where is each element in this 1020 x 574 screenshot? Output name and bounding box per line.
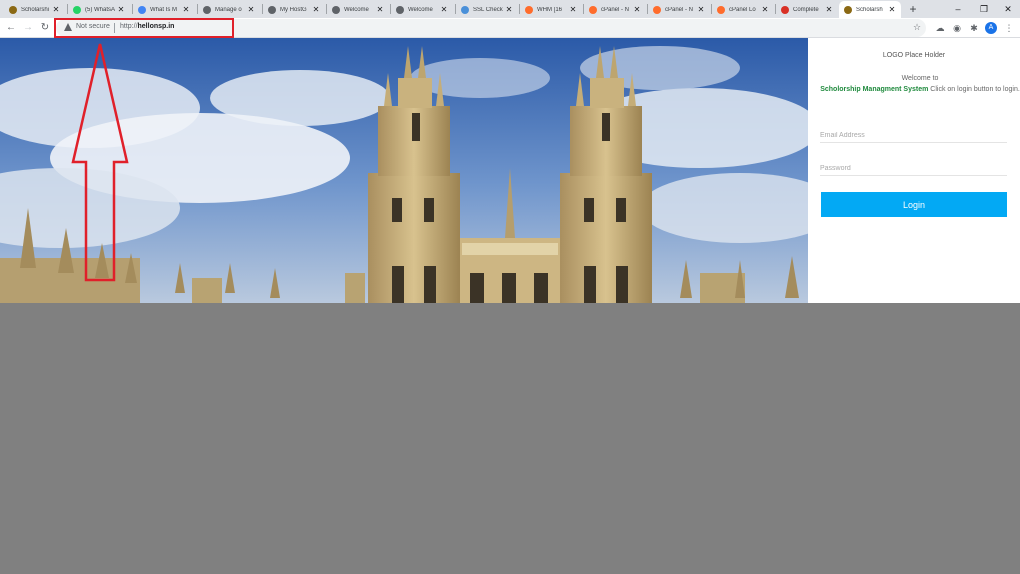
close-icon[interactable]: ✕ bbox=[246, 5, 256, 14]
tab-strip: Scholarshi ✕ (5) WhatsA ✕ What Is M ✕ Manag… bbox=[0, 0, 1020, 18]
close-icon[interactable]: ✕ bbox=[116, 5, 126, 14]
tab-label: Manage o bbox=[215, 6, 242, 13]
tab-favicon-icon bbox=[525, 5, 533, 14]
close-icon[interactable]: ✕ bbox=[311, 5, 321, 14]
tab-label: What Is M bbox=[150, 6, 178, 13]
restore-icon[interactable]: ❐ bbox=[972, 0, 996, 18]
tab-favicon-icon bbox=[653, 5, 661, 14]
email-field[interactable] bbox=[820, 129, 1007, 143]
browser-tab[interactable]: Welcome ✕ bbox=[327, 1, 389, 18]
tab-favicon-icon bbox=[332, 5, 340, 14]
tab-label: Welcome bbox=[408, 6, 433, 13]
tab-favicon-icon bbox=[203, 5, 211, 14]
welcome-message: Welcome to Scholorship Managment System … bbox=[820, 73, 1020, 95]
browser-tab[interactable]: My HostG ✕ bbox=[263, 1, 325, 18]
browser-tab[interactable]: Welcome ✕ bbox=[391, 1, 453, 18]
tab-label: cPanel Lo bbox=[729, 6, 756, 13]
tab-favicon-icon bbox=[73, 5, 81, 14]
close-icon[interactable]: ✕ bbox=[696, 5, 706, 14]
browser-tab[interactable]: What Is M ✕ bbox=[133, 1, 195, 18]
tab-favicon-icon bbox=[396, 5, 404, 14]
browser-tab[interactable]: cPanel Lo ✕ bbox=[712, 1, 774, 18]
browser-tab[interactable]: (5) WhatsA ✕ bbox=[68, 1, 130, 18]
close-icon[interactable]: ✕ bbox=[887, 5, 897, 14]
close-window-icon[interactable]: ✕ bbox=[996, 0, 1020, 18]
cloud-extension-icon[interactable]: ☁ bbox=[934, 21, 946, 35]
browser-tab[interactable]: Scholarshi ✕ bbox=[4, 1, 65, 18]
tab-label: Scholarsh bbox=[856, 6, 883, 13]
tab-label: My HostG bbox=[280, 6, 307, 13]
tab-favicon-icon bbox=[717, 5, 725, 14]
annotation-url-highlight bbox=[54, 18, 234, 38]
browser-tab-active[interactable]: Scholarsh ✕ bbox=[839, 1, 901, 18]
close-icon[interactable]: ✕ bbox=[824, 5, 834, 14]
welcome-prefix: Welcome to bbox=[901, 75, 939, 82]
welcome-suffix: Click on login button to login. bbox=[930, 86, 1020, 93]
logo-placeholder: LOGO Place Holder bbox=[882, 52, 946, 59]
minimize-icon[interactable]: – bbox=[946, 0, 970, 18]
back-arrow-icon[interactable]: ← bbox=[4, 20, 18, 36]
tab-label: SSL Check bbox=[473, 6, 503, 13]
tab-favicon-icon bbox=[461, 5, 469, 14]
close-icon[interactable]: ✕ bbox=[51, 5, 61, 14]
close-icon[interactable]: ✕ bbox=[181, 5, 191, 14]
close-icon[interactable]: ✕ bbox=[568, 5, 578, 14]
app-name: Scholorship Managment System bbox=[820, 86, 929, 93]
tab-favicon-icon bbox=[589, 5, 597, 14]
extension-icon[interactable]: ◉ bbox=[951, 21, 963, 35]
tab-favicon-icon bbox=[9, 5, 17, 14]
browser-tab[interactable]: cPanel - N ✕ bbox=[584, 1, 646, 18]
tab-label: Complete bbox=[793, 6, 819, 13]
browser-tab[interactable]: WHM [16 ✕ bbox=[520, 1, 582, 18]
menu-kebab-icon[interactable]: ⋮ bbox=[1003, 21, 1015, 35]
reload-icon[interactable]: ↻ bbox=[38, 20, 52, 36]
puzzle-icon[interactable]: ✱ bbox=[968, 21, 980, 35]
profile-avatar[interactable]: A bbox=[985, 22, 997, 34]
close-icon[interactable]: ✕ bbox=[760, 5, 770, 14]
new-tab-button[interactable]: + bbox=[906, 1, 920, 17]
tab-favicon-icon bbox=[268, 5, 276, 14]
login-button[interactable]: Login bbox=[821, 192, 1007, 217]
tab-label: cPanel - N bbox=[601, 6, 630, 13]
tab-label: Welcome bbox=[344, 6, 369, 13]
tab-label: cPanel - N bbox=[665, 6, 694, 13]
tab-label: WHM [16 bbox=[537, 6, 563, 13]
browser-tab[interactable]: Complete ✕ bbox=[776, 1, 838, 18]
browser-tab[interactable]: cPanel - N ✕ bbox=[648, 1, 710, 18]
annotation-arrow-icon bbox=[71, 43, 129, 282]
close-icon[interactable]: ✕ bbox=[632, 5, 642, 14]
close-icon[interactable]: ✕ bbox=[375, 5, 385, 14]
forward-arrow-icon[interactable]: → bbox=[21, 20, 35, 36]
login-panel: LOGO Place Holder Welcome to Scholorship… bbox=[808, 38, 1020, 303]
tab-favicon-icon bbox=[781, 5, 789, 14]
close-icon[interactable]: ✕ bbox=[504, 5, 514, 14]
browser-tab[interactable]: SSL Check ✕ bbox=[456, 1, 518, 18]
tab-favicon-icon bbox=[844, 5, 852, 14]
bookmark-star-icon[interactable]: ☆ bbox=[911, 20, 923, 34]
tab-label: Scholarshi bbox=[21, 6, 50, 13]
password-field[interactable] bbox=[820, 162, 1007, 176]
browser-tab[interactable]: Manage o ✕ bbox=[198, 1, 260, 18]
tab-label: (5) WhatsA bbox=[85, 6, 116, 13]
close-icon[interactable]: ✕ bbox=[439, 5, 449, 14]
tab-favicon-icon bbox=[138, 5, 146, 14]
